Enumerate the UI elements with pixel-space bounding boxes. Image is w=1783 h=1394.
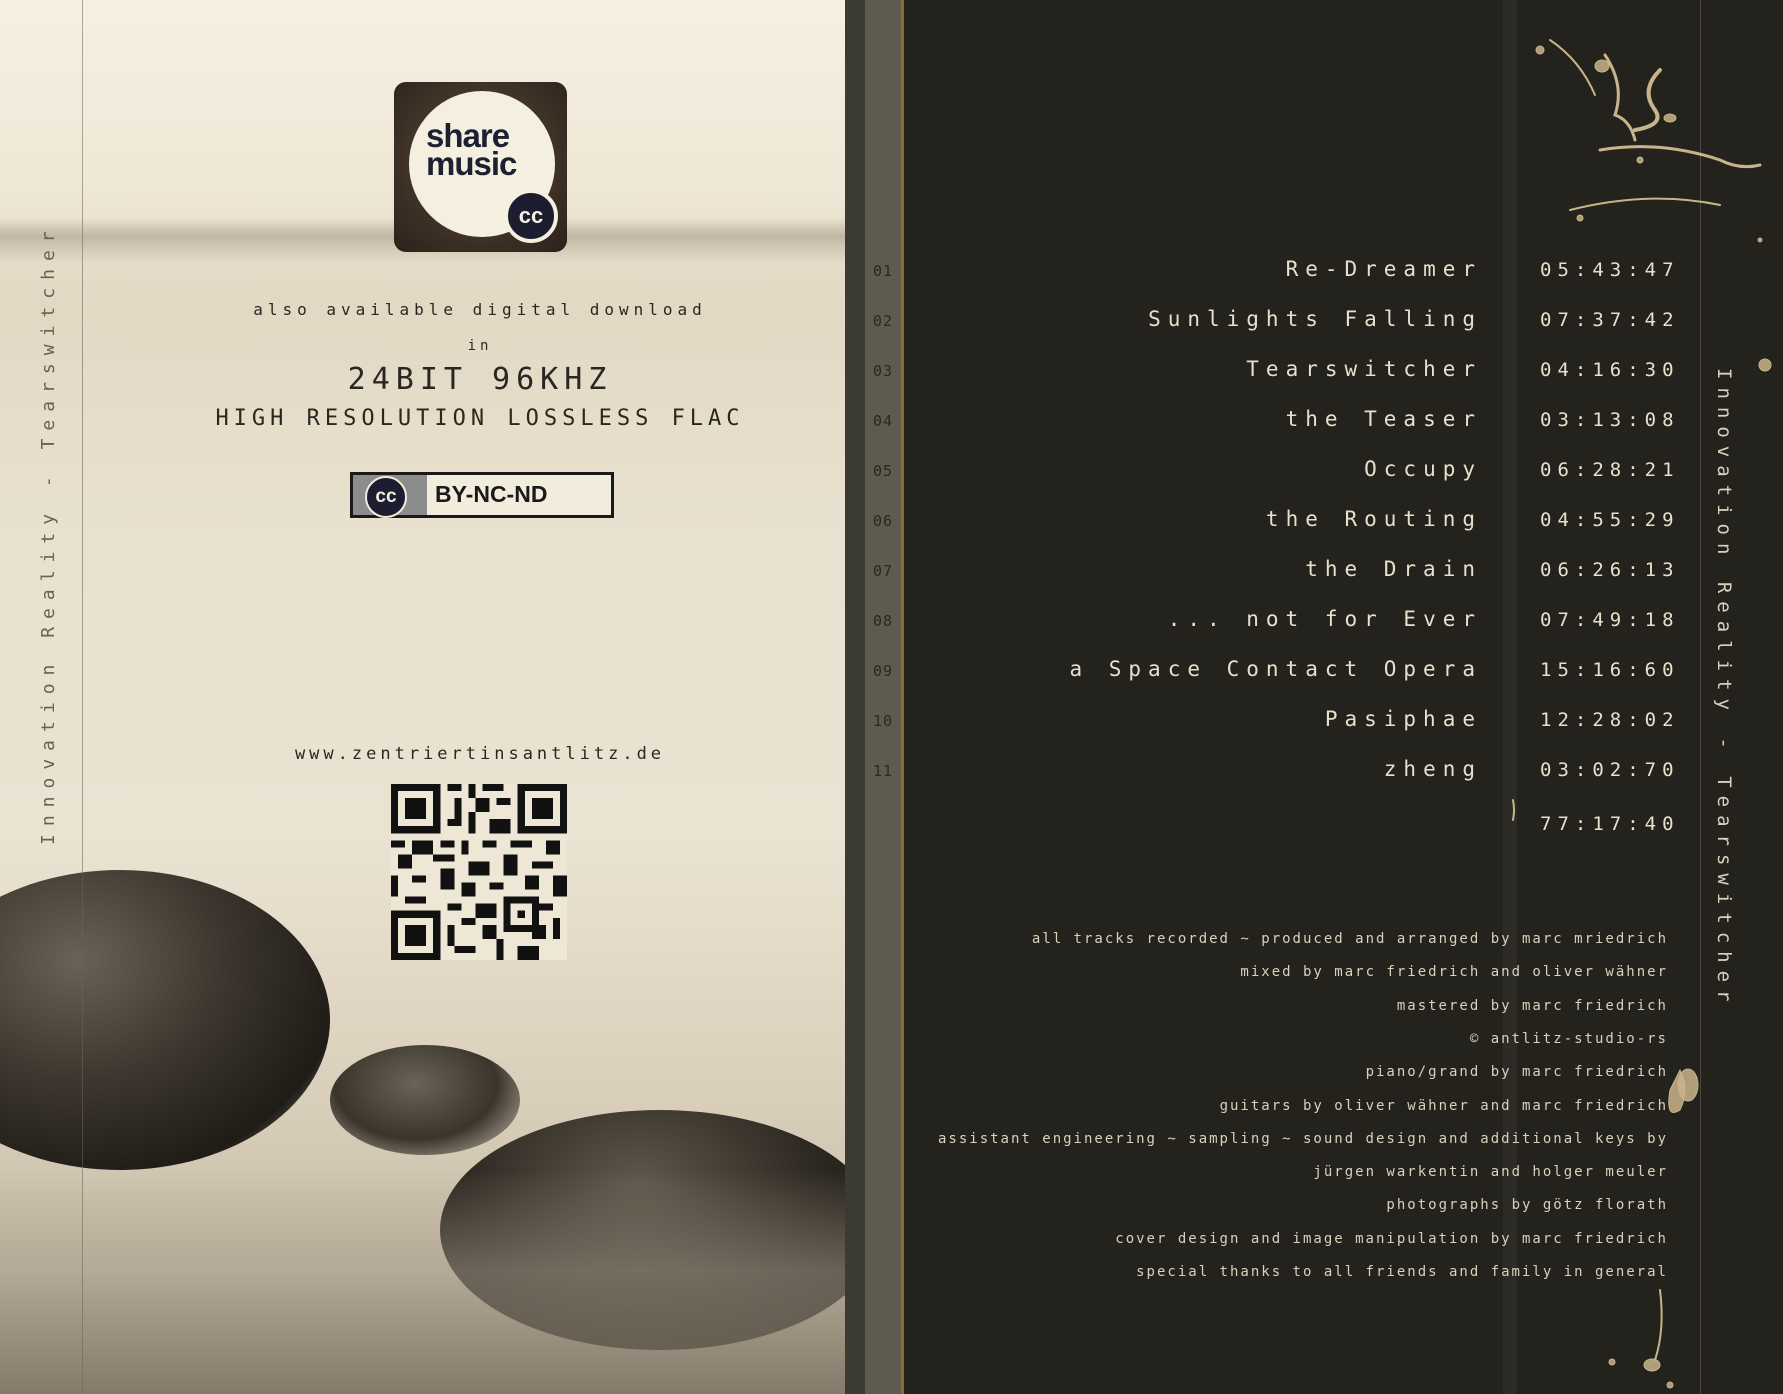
spine-shadow bbox=[845, 0, 865, 1394]
credit-line: guitars by oliver wähner and marc friedr… bbox=[1219, 1098, 1668, 1114]
credit-line: all tracks recorded ~ produced and arran… bbox=[1031, 931, 1668, 947]
track-title[interactable]: Occupy bbox=[1364, 457, 1482, 481]
license-cc-block: cc bbox=[353, 475, 427, 518]
track-number: 11 bbox=[872, 762, 894, 780]
track-duration: 06:28:21 bbox=[1540, 459, 1680, 481]
spine-strip bbox=[865, 0, 901, 1394]
credit-line: cover design and image manipulation by m… bbox=[1115, 1231, 1668, 1247]
track-title[interactable]: Tearswitcher bbox=[1246, 357, 1482, 381]
track-duration: 05:43:47 bbox=[1540, 259, 1680, 281]
track-title[interactable]: a Space Contact Opera bbox=[1069, 657, 1482, 681]
website-link[interactable]: www.zentriertinsantlitz.de bbox=[90, 744, 845, 764]
mist-overlay bbox=[0, 1170, 845, 1394]
rock-middle bbox=[330, 1045, 520, 1155]
left-spine-title: Innovation Reality - Tearswitcher bbox=[38, 223, 59, 845]
credit-line: mastered by marc friedrich bbox=[1396, 998, 1668, 1014]
track-duration: 04:55:29 bbox=[1540, 509, 1680, 531]
total-duration: 77:17:40 bbox=[1540, 813, 1680, 835]
track-number: 05 bbox=[872, 462, 894, 480]
track-title[interactable]: Sunlights Falling bbox=[1148, 307, 1482, 331]
download-note-in: in bbox=[467, 338, 493, 354]
credit-line: photographs by götz florath bbox=[1386, 1197, 1668, 1213]
track-number: 02 bbox=[872, 312, 894, 330]
logo-line-2: music bbox=[426, 145, 517, 182]
track-number: 04 bbox=[872, 412, 894, 430]
credit-line: mixed by marc friedrich and oliver wähne… bbox=[1240, 964, 1668, 980]
spine-accent-line bbox=[901, 0, 904, 1394]
track-number: 07 bbox=[872, 562, 894, 580]
qr-code-icon[interactable] bbox=[391, 784, 567, 960]
track-duration: 04:16:30 bbox=[1540, 359, 1680, 381]
credit-line: special thanks to all friends and family… bbox=[1136, 1264, 1668, 1280]
cc-icon: cc bbox=[365, 476, 407, 518]
track-title[interactable]: the Drain bbox=[1305, 557, 1482, 581]
right-spine-title: Innovation Reality - Tearswitcher bbox=[1713, 368, 1735, 1010]
credit-line: assistant engineering ~ sampling ~ sound… bbox=[937, 1131, 1668, 1147]
track-title[interactable]: zheng bbox=[1384, 757, 1482, 781]
track-number: 10 bbox=[872, 712, 894, 730]
rock-left bbox=[0, 870, 330, 1170]
track-duration: 07:49:18 bbox=[1540, 609, 1680, 631]
track-duration: 06:26:13 bbox=[1540, 559, 1680, 581]
logo-wordmark: share music bbox=[426, 119, 536, 182]
track-duration: 12:28:02 bbox=[1540, 709, 1680, 731]
track-number: 01 bbox=[872, 262, 894, 280]
track-number: 03 bbox=[872, 362, 894, 380]
audio-resolution: 24BIT 96KHZ bbox=[347, 362, 613, 397]
track-duration: 15:16:60 bbox=[1540, 659, 1680, 681]
track-number: 06 bbox=[872, 512, 894, 530]
license-badge[interactable]: cc BY-NC-ND bbox=[350, 472, 614, 518]
track-duration: 07:37:42 bbox=[1540, 309, 1680, 331]
back-cover-photo-panel: Innovation Reality - Tearswitcher share … bbox=[0, 0, 845, 1394]
license-label: BY-NC-ND bbox=[435, 481, 548, 507]
track-duration: 03:13:08 bbox=[1540, 409, 1680, 431]
credit-line: © antlitz-studio-rs bbox=[1469, 1031, 1668, 1047]
credit-line: piano/grand by marc friedrich bbox=[1365, 1064, 1668, 1080]
download-note: also available digital download bbox=[253, 300, 707, 319]
paint-splatter-decoration bbox=[1512, 39, 1772, 1389]
fold-line bbox=[82, 0, 83, 1394]
track-number: 08 bbox=[872, 612, 894, 630]
track-title[interactable]: the Teaser bbox=[1286, 407, 1482, 431]
audio-format: HIGH RESOLUTION LOSSLESS FLAC bbox=[215, 406, 745, 431]
cc-icon: cc bbox=[504, 189, 558, 243]
credit-line: jürgen warkentin and holger meuler bbox=[1313, 1164, 1668, 1180]
track-duration: 03:02:70 bbox=[1540, 759, 1680, 781]
track-title[interactable]: the Routing bbox=[1266, 507, 1482, 531]
track-title[interactable]: Pasiphae bbox=[1325, 707, 1482, 731]
track-title[interactable]: Re-Dreamer bbox=[1286, 257, 1482, 281]
sharemusic-logo: share music cc bbox=[394, 82, 567, 252]
track-number: 09 bbox=[872, 662, 894, 680]
track-title[interactable]: ... not for Ever bbox=[1168, 607, 1482, 631]
